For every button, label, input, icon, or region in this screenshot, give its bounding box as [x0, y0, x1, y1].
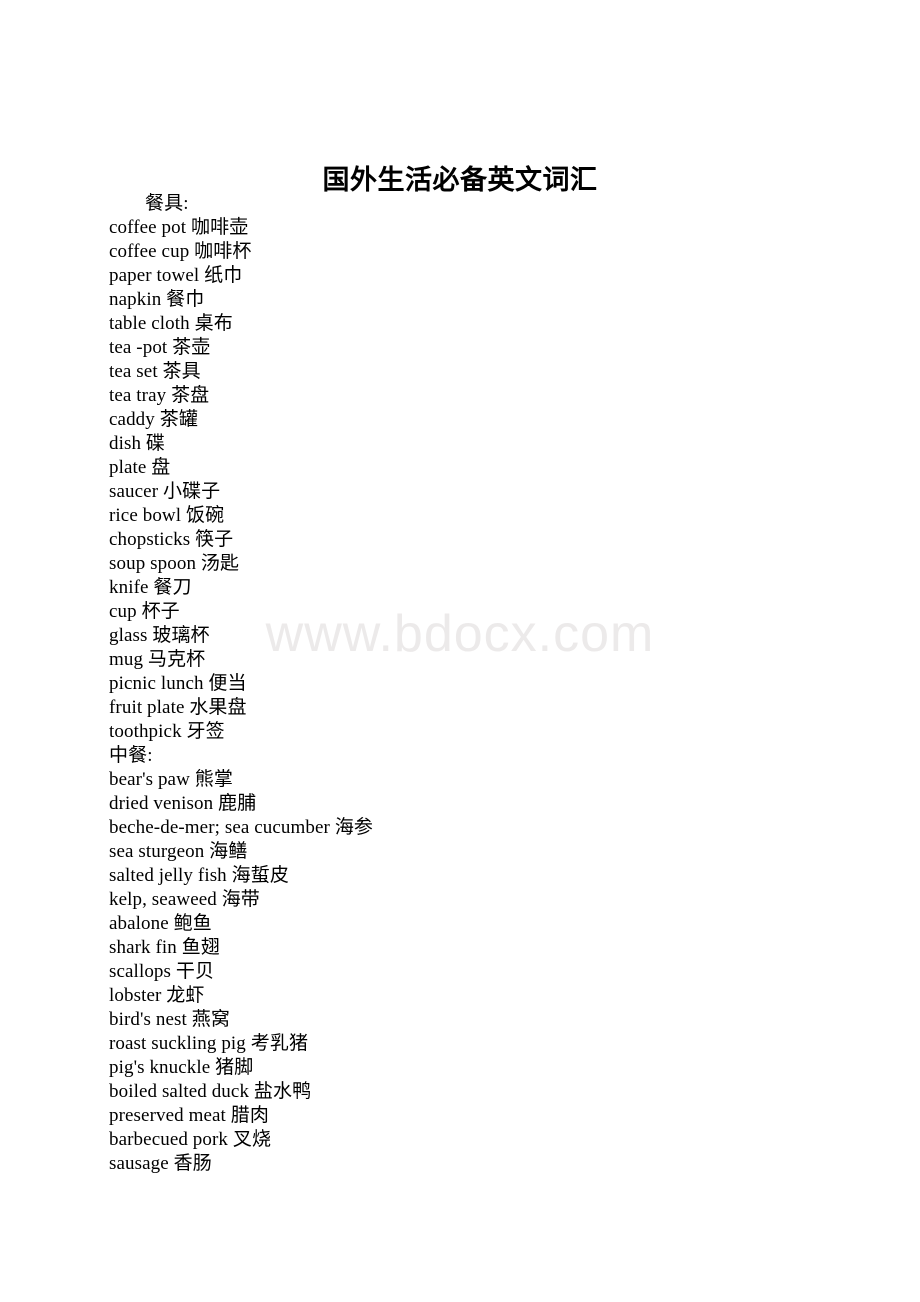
vocabulary-entry: coffee pot 咖啡壶 [109, 217, 249, 238]
vocabulary-entry: coffee cup 咖啡杯 [109, 241, 252, 262]
vocabulary-entry: bird's nest 燕窝 [109, 1009, 230, 1030]
vocabulary-list: 餐具: coffee pot 咖啡壶 coffee cup 咖啡杯 paper tow… [109, 192, 880, 1176]
vocabulary-entry: scallops 干贝 [109, 961, 215, 982]
vocabulary-entry: dried venison 鹿脯 [109, 793, 257, 814]
vocabulary-entry: glass 玻璃杯 [109, 625, 210, 646]
vocabulary-entry: caddy 茶罐 [109, 409, 198, 430]
vocabulary-entry: pig's knuckle 猪脚 [109, 1057, 254, 1078]
vocabulary-entry: dish 碟 [109, 433, 166, 454]
vocabulary-entry: abalone 鲍鱼 [109, 913, 212, 934]
vocabulary-entry: rice bowl 饭碗 [109, 505, 225, 526]
vocabulary-entry: plate 盘 [109, 457, 171, 478]
vocabulary-entry: bear's paw 熊掌 [109, 769, 233, 790]
vocabulary-entry: beche-de-mer; sea cucumber 海参 [109, 817, 374, 838]
vocabulary-entry: preserved meat 腊肉 [109, 1105, 269, 1126]
vocabulary-entry: paper towel 纸巾 [109, 265, 243, 286]
vocabulary-entry: mug 马克杯 [109, 649, 206, 670]
vocabulary-entry: napkin 餐巾 [109, 289, 205, 310]
vocabulary-entry: lobster 龙虾 [109, 985, 205, 1006]
vocabulary-entry: fruit plate 水果盘 [109, 697, 247, 718]
vocabulary-entry: knife 餐刀 [109, 577, 192, 598]
vocabulary-entry: saucer 小碟子 [109, 481, 221, 502]
vocabulary-entry: picnic lunch 便当 [109, 673, 247, 694]
vocabulary-entry: sausage 香肠 [109, 1153, 212, 1174]
vocabulary-entry: cup 杯子 [109, 601, 180, 622]
vocabulary-entry: salted jelly fish 海蜇皮 [109, 865, 289, 886]
vocabulary-entry: tea -pot 茶壶 [109, 337, 211, 358]
vocabulary-entry: boiled salted duck 盐水鸭 [109, 1081, 312, 1102]
vocabulary-entry: tea tray 茶盘 [109, 385, 210, 406]
document-page: www.bdocx.com 国外生活必备英文词汇 餐具: coffee pot 咖… [0, 0, 920, 1302]
vocabulary-entry: barbecued pork 叉烧 [109, 1129, 272, 1150]
vocabulary-entry: shark fin 鱼翅 [109, 937, 220, 958]
vocabulary-entry: tea set 茶具 [109, 361, 201, 382]
vocabulary-entry: chopsticks 筷子 [109, 529, 234, 550]
vocabulary-entry: soup spoon 汤匙 [109, 553, 240, 574]
vocabulary-entry: sea sturgeon 海鳝 [109, 841, 248, 862]
vocabulary-entry: table cloth 桌布 [109, 313, 233, 334]
section-heading: 餐具: [145, 193, 189, 214]
vocabulary-entry: kelp, seaweed 海带 [109, 889, 260, 910]
vocabulary-entry: toothpick 牙签 [109, 721, 225, 742]
section-heading: 中餐: [109, 745, 153, 766]
vocabulary-entry: roast suckling pig 考乳猪 [109, 1033, 309, 1054]
